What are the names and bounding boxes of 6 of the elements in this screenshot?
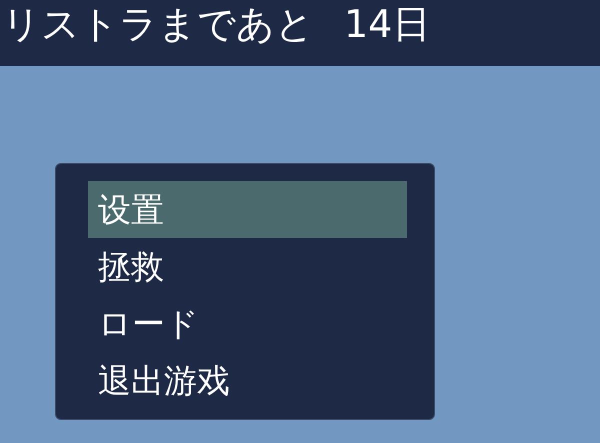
days-remaining: 14日 [344, 5, 430, 43]
menu-item[interactable]: 退出游戏 [88, 352, 407, 409]
menu-item[interactable]: ロード [88, 295, 407, 352]
menu-item[interactable]: 设置 [88, 181, 407, 238]
countdown-label: リストラまであと [2, 5, 314, 43]
menu-item[interactable]: 拯救 [88, 238, 407, 295]
